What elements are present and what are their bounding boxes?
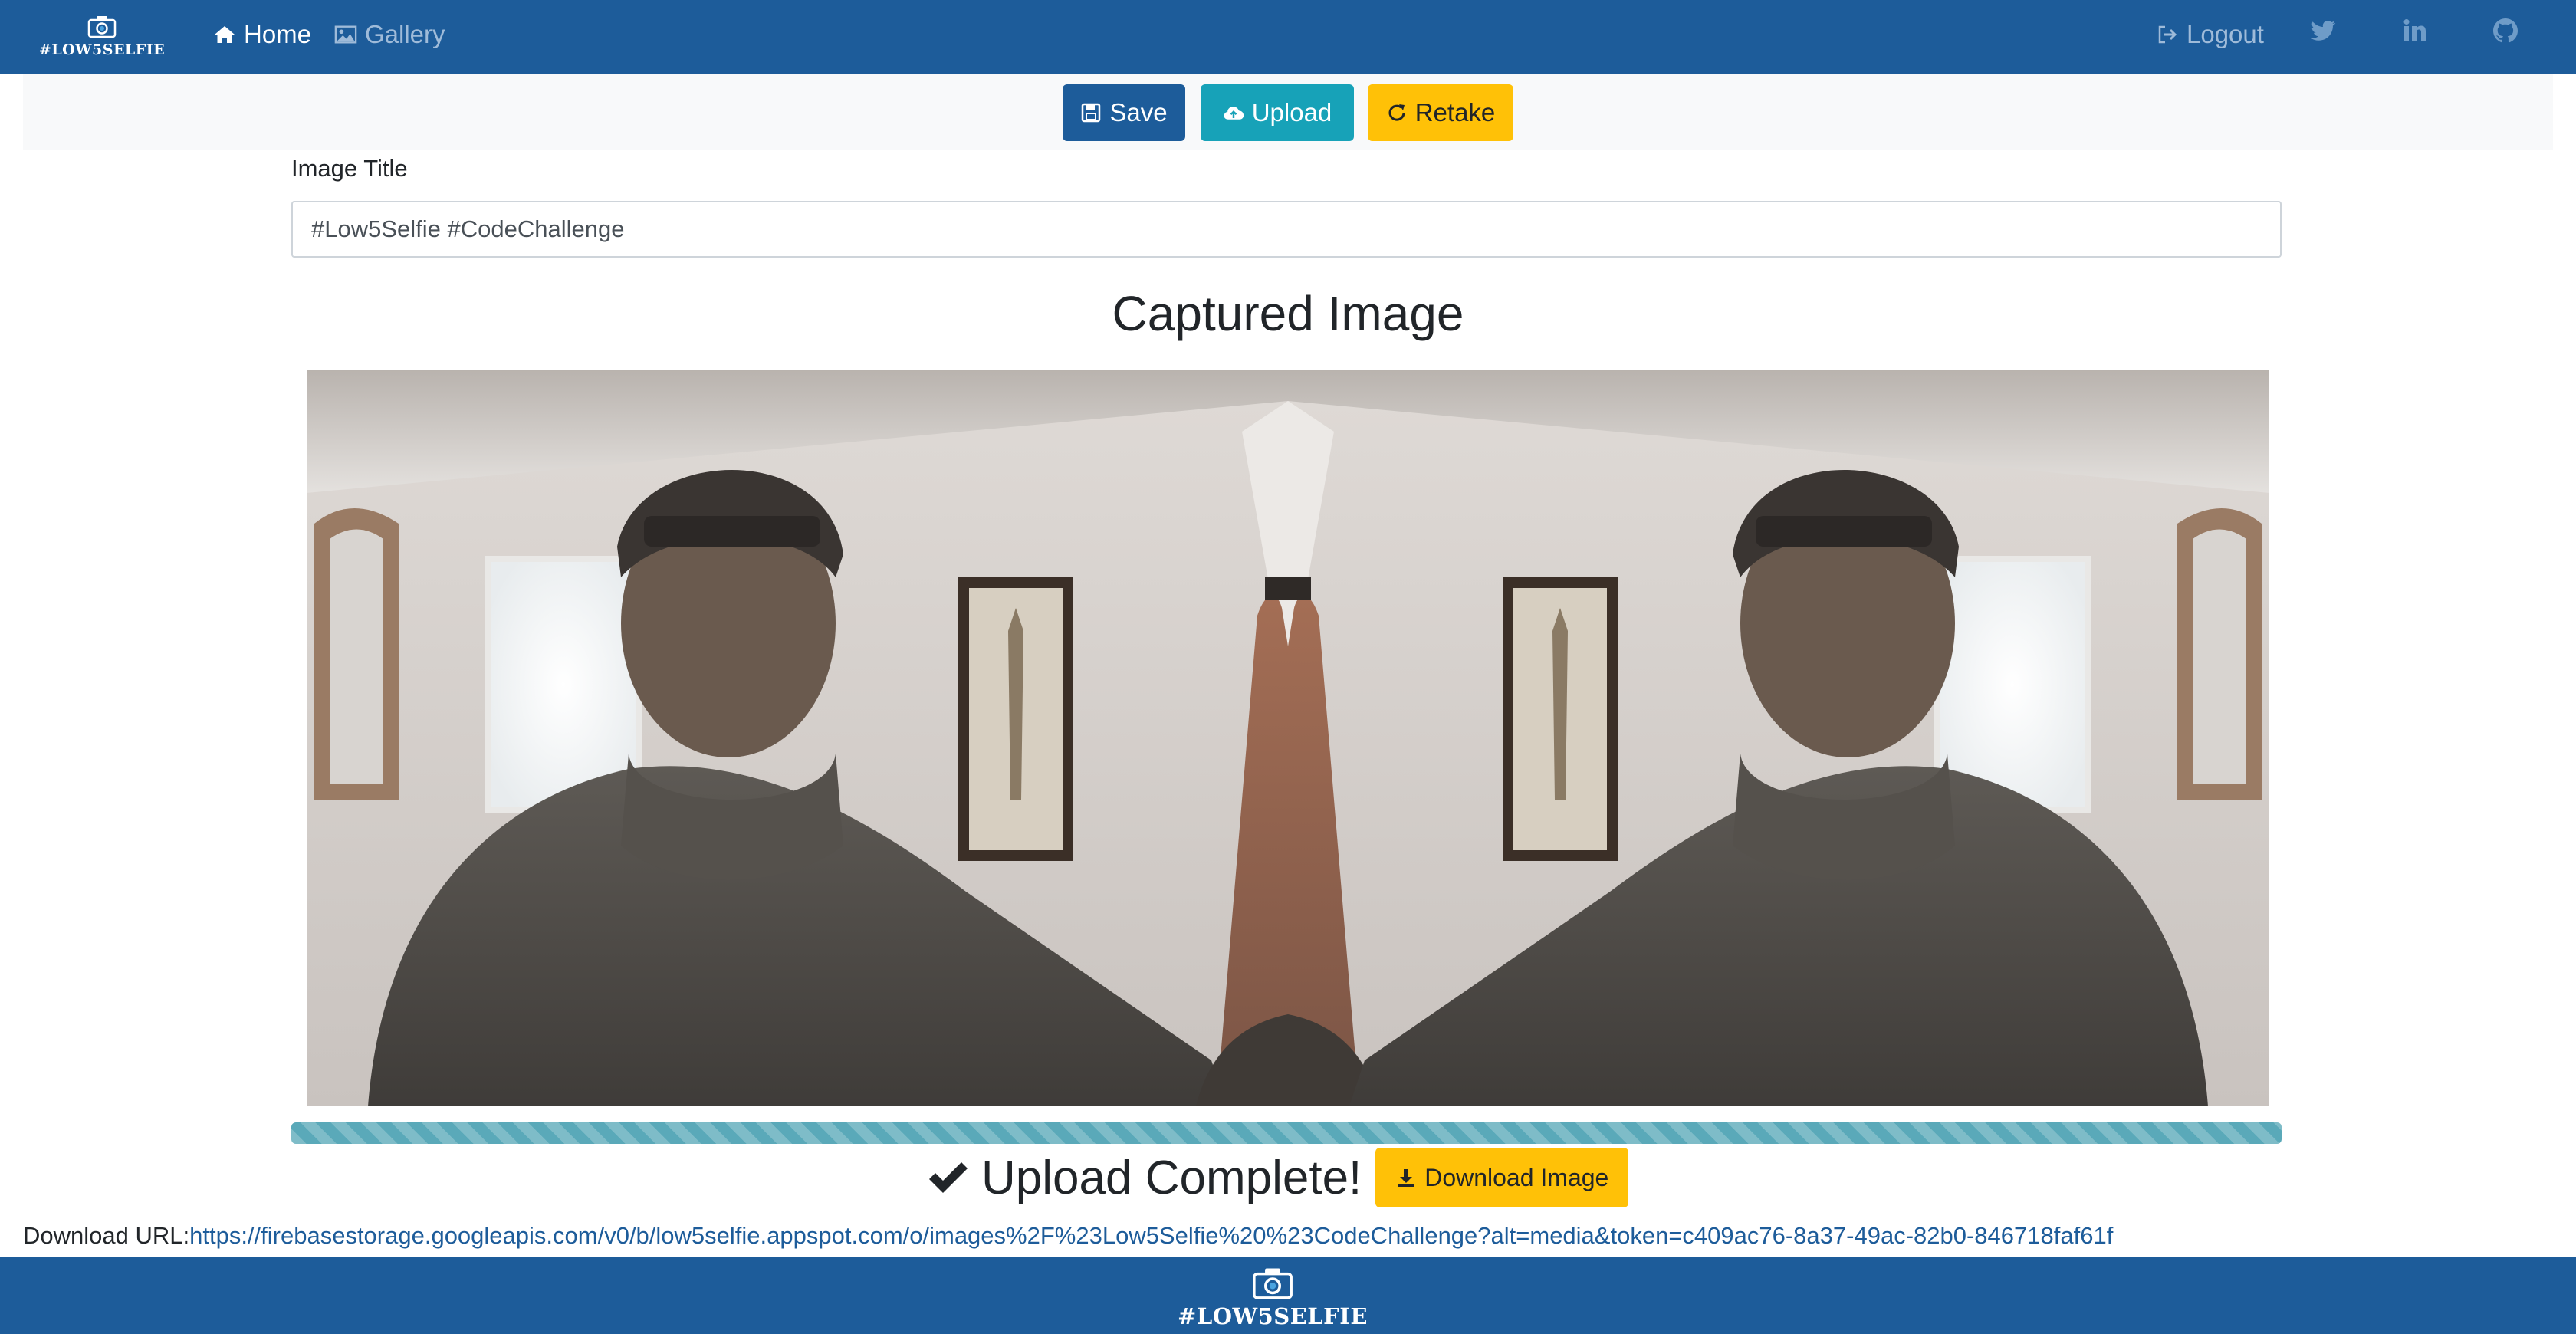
image-icon xyxy=(334,25,357,44)
download-url-label: Download URL: xyxy=(23,1222,190,1249)
sign-out-icon xyxy=(2158,25,2177,44)
captured-image-illustration xyxy=(307,370,2269,1106)
github-icon[interactable] xyxy=(2490,15,2521,46)
action-toolbar: Save Upload Retake xyxy=(23,74,2553,150)
download-url-link[interactable]: https://firebasestorage.googleapis.com/v… xyxy=(189,1222,2113,1249)
retake-button-label: Retake xyxy=(1414,98,1496,127)
nav-gallery-label: Gallery xyxy=(365,20,445,48)
captured-image-heading: Captured Image xyxy=(1112,286,1464,341)
image-title-input[interactable] xyxy=(291,201,2282,258)
save-button-label: Save xyxy=(1109,98,1168,127)
footer-brand: #LOW5SELFIE xyxy=(1178,1265,1367,1329)
image-title-label: Image Title xyxy=(291,155,408,182)
upload-progress-fill xyxy=(291,1122,2282,1144)
camera-icon xyxy=(1253,1268,1293,1300)
home-icon xyxy=(215,26,235,43)
nav-home-label: Home xyxy=(244,20,312,48)
linkedin-icon[interactable] xyxy=(2400,15,2430,46)
floppy-disk-icon xyxy=(1082,103,1101,123)
download-image-button[interactable]: Download Image xyxy=(1375,1148,1629,1208)
upload-button-label: Upload xyxy=(1251,98,1332,127)
brand-text: #LOW5SELFIE xyxy=(38,41,166,58)
refresh-icon xyxy=(1388,104,1405,121)
upload-complete-text: Upload Complete! xyxy=(981,1151,1362,1204)
download-icon xyxy=(1398,1169,1415,1187)
upload-complete-message: Upload Complete! xyxy=(926,1151,1362,1205)
upload-progress-bar xyxy=(291,1122,2282,1144)
nav-home-link[interactable]: Home xyxy=(213,20,311,49)
top-navbar: #LOW5SELFIE Home Gallery Logout xyxy=(0,0,2576,74)
twitter-icon[interactable] xyxy=(2308,15,2338,46)
footer-brand-text: #LOW5SELFIE xyxy=(1178,1303,1368,1329)
logout-link[interactable]: Logout xyxy=(2156,20,2264,49)
save-button[interactable]: Save xyxy=(1063,84,1185,141)
brand-logo[interactable]: #LOW5SELFIE xyxy=(39,14,165,61)
captured-image xyxy=(307,370,2269,1106)
camera-icon xyxy=(87,16,117,38)
download-url-row: Download URL:https://firebasestorage.goo… xyxy=(23,1222,2113,1250)
footer: #LOW5SELFIE xyxy=(0,1257,2576,1334)
retake-button[interactable]: Retake xyxy=(1368,84,1513,141)
download-image-label: Download Image xyxy=(1424,1163,1609,1191)
nav-gallery-link[interactable]: Gallery xyxy=(334,20,445,49)
upload-complete-row: Upload Complete! Download Image xyxy=(926,1147,1629,1208)
upload-button[interactable]: Upload xyxy=(1201,84,1354,141)
logout-label: Logout xyxy=(2187,20,2264,48)
cloud-upload-icon xyxy=(1224,107,1244,120)
check-icon xyxy=(929,1162,968,1193)
